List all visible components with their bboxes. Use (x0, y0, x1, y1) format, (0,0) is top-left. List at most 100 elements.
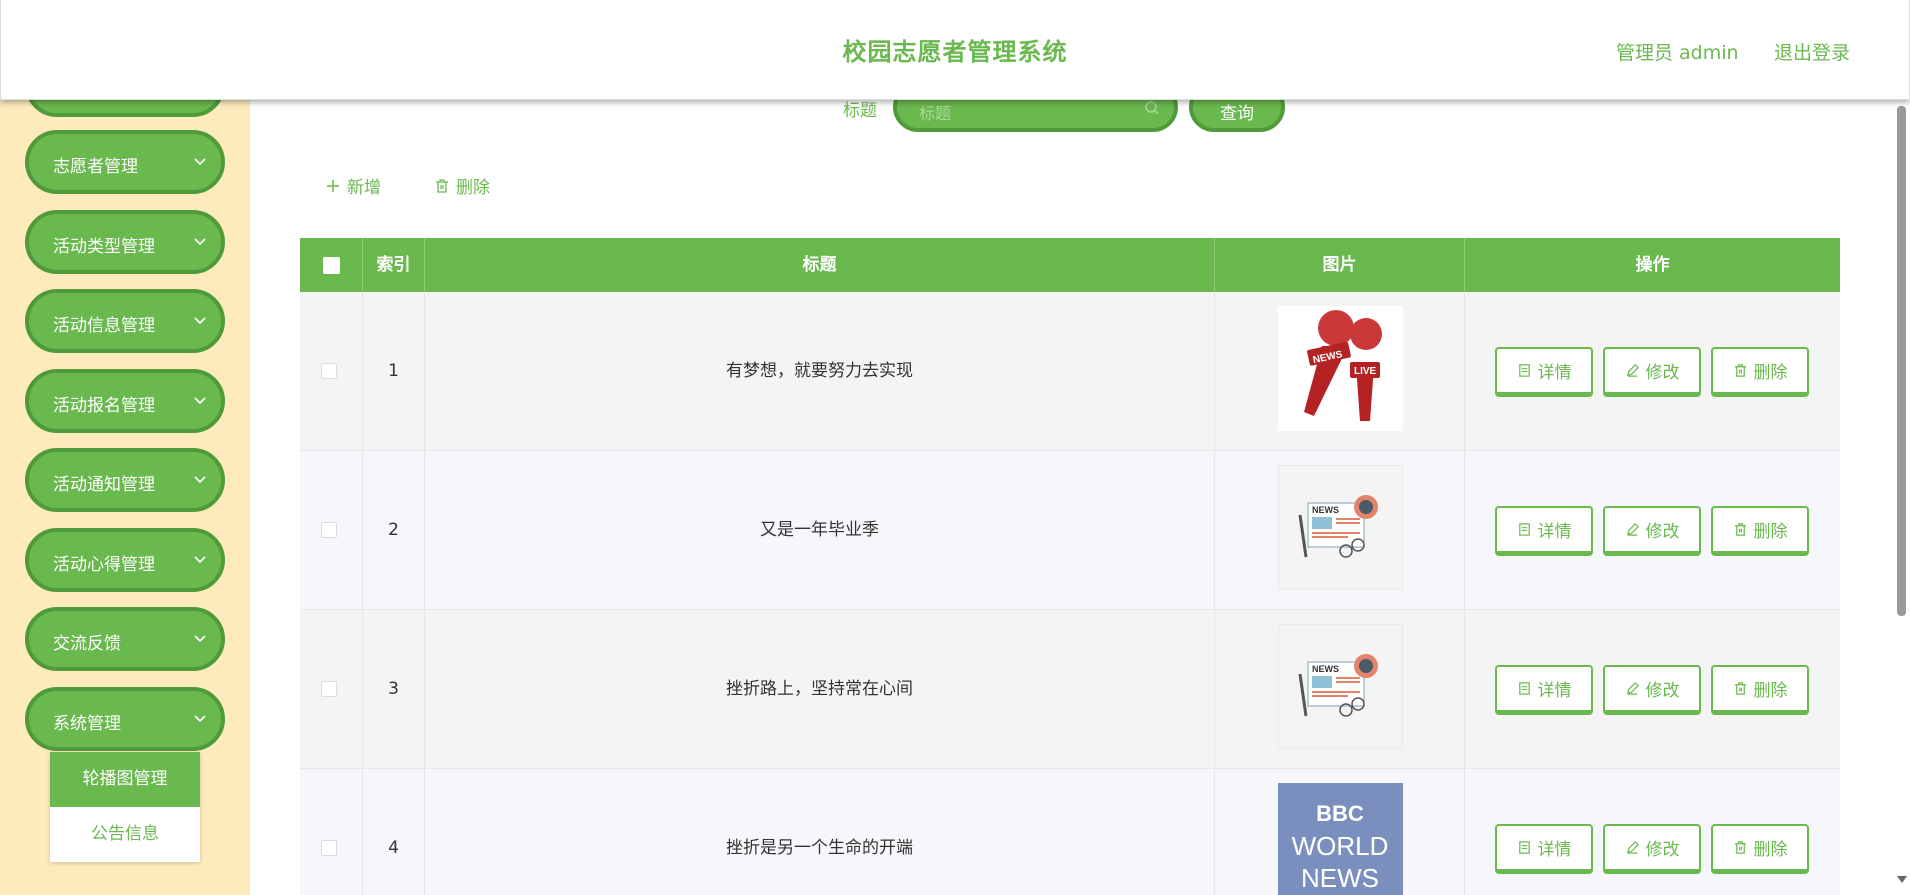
pencil-icon (1626, 523, 1639, 536)
sidebar-item-volunteer[interactable]: 志愿者管理 (25, 130, 225, 194)
header-title: 标题 (425, 238, 1215, 292)
trash-icon (1734, 523, 1746, 536)
image-text-live: LIVE (1354, 366, 1377, 377)
detail-button-label: 详情 (1537, 363, 1572, 383)
row-index: 2 (363, 451, 425, 610)
image-text-world-news: NEWS (1301, 863, 1379, 893)
sidebar-item-label: 活动信息管理 (53, 316, 155, 336)
search-placeholder: 标题 (919, 104, 952, 123)
top-header: 校园志愿者管理系统 管理员 admin 退出登录 (0, 0, 1910, 100)
sidebar-item-label: 系统管理 (53, 714, 121, 734)
chevron-down-icon (194, 715, 206, 723)
row-index: 3 (363, 610, 425, 769)
sidebar-item-system[interactable]: 系统管理 (25, 687, 225, 751)
sidebar-item-label: 活动报名管理 (53, 396, 155, 416)
batch-delete-button[interactable]: 删除 (434, 173, 490, 198)
sidebar-item-label: 活动心得管理 (53, 555, 155, 575)
document-icon (1518, 682, 1530, 695)
header-actions: 操作 (1635, 255, 1670, 275)
document-icon (1518, 841, 1530, 854)
detail-button[interactable]: 详情 (1495, 506, 1593, 556)
delete-button-label: 删除 (456, 178, 490, 198)
plus-icon (327, 179, 339, 192)
detail-button-label: 详情 (1537, 522, 1572, 542)
data-table: 索引 标题 图片 操作 1 有梦想，就要努力去实现 NEWS LIVE 详情 修… (300, 238, 1840, 895)
image-text-bbc: BBC (1316, 801, 1364, 826)
table-row: 2 又是一年毕业季 NEWS 详情 修改 删除 (300, 451, 1840, 610)
table-row: 3 挫折路上，坚持常在心间 NEWS 详情 修改 删除 (300, 610, 1840, 769)
bbc-world-news-image: BBC WORLD NEWS (1278, 783, 1403, 895)
sidebar-item-activity-experience[interactable]: 活动心得管理 (25, 528, 225, 592)
edit-button-label: 修改 (1645, 363, 1680, 383)
image-text-news: NEWS (1312, 664, 1339, 674)
submenu-item-carousel[interactable]: 轮播图管理 (50, 752, 200, 807)
detail-button[interactable]: 详情 (1495, 824, 1593, 874)
row-index: 1 (363, 292, 425, 451)
detail-button[interactable]: 详情 (1495, 347, 1593, 397)
logout-link[interactable]: 退出登录 (1774, 38, 1850, 65)
edit-button[interactable]: 修改 (1603, 347, 1701, 397)
trash-icon (1734, 682, 1746, 695)
edit-button[interactable]: 修改 (1603, 506, 1701, 556)
delete-button[interactable]: 删除 (1711, 824, 1809, 874)
sidebar-item-activity-signup[interactable]: 活动报名管理 (25, 369, 225, 433)
delete-button-label: 删除 (1753, 681, 1788, 701)
add-button-label: 新增 (347, 178, 381, 198)
header-image: 图片 (1215, 238, 1465, 292)
sidebar: 志愿者管理 活动类型管理 活动信息管理 活动报名管理 活动通知管理 活动心得管理… (0, 0, 250, 895)
row-checkbox[interactable] (321, 840, 337, 856)
edit-button-label: 修改 (1645, 840, 1680, 860)
scroll-down-arrow-icon[interactable] (1897, 876, 1907, 883)
delete-button-label: 删除 (1753, 363, 1788, 383)
edit-button[interactable]: 修改 (1603, 824, 1701, 874)
vertical-scrollbar[interactable] (1893, 100, 1910, 895)
sidebar-item-label: 活动通知管理 (53, 475, 155, 495)
select-all-checkbox[interactable] (323, 257, 340, 274)
delete-button[interactable]: 删除 (1711, 665, 1809, 715)
header-index: 索引 (363, 238, 425, 292)
system-submenu: 轮播图管理 公告信息 (50, 752, 200, 862)
pencil-icon (1626, 841, 1639, 854)
chevron-down-icon (194, 158, 206, 166)
trash-icon (436, 178, 448, 193)
row-title: 又是一年毕业季 (425, 451, 1215, 610)
news-microphones-image: NEWS LIVE (1278, 306, 1403, 431)
delete-button-label: 删除 (1753, 840, 1788, 860)
chevron-down-icon (194, 635, 206, 643)
row-checkbox[interactable] (321, 522, 337, 538)
sidebar-item-label: 志愿者管理 (53, 157, 138, 177)
table-row: 4 挫折是另一个生命的开端 BBC WORLD NEWS 详情 修改 删除 (300, 769, 1840, 895)
trash-icon (1734, 364, 1746, 377)
image-text-news: NEWS (1312, 505, 1339, 515)
table-row: 1 有梦想，就要努力去实现 NEWS LIVE 详情 修改 删除 (300, 292, 1840, 451)
table-header: 索引 标题 图片 操作 (300, 238, 1840, 292)
sidebar-item-label: 活动类型管理 (53, 237, 155, 257)
row-title: 挫折路上，坚持常在心间 (425, 610, 1215, 769)
document-icon (1518, 364, 1530, 377)
sidebar-item-activity-info[interactable]: 活动信息管理 (25, 289, 225, 353)
sidebar-item-activity-type[interactable]: 活动类型管理 (25, 210, 225, 274)
row-index: 4 (363, 769, 425, 895)
header-select-cell (300, 238, 363, 292)
document-icon (1518, 523, 1530, 536)
newspaper-image: NEWS (1278, 624, 1403, 749)
scrollbar-thumb[interactable] (1897, 106, 1906, 616)
sidebar-item-feedback[interactable]: 交流反馈 (25, 607, 225, 671)
submenu-item-announcement[interactable]: 公告信息 (50, 807, 200, 862)
chevron-down-icon (194, 556, 206, 564)
row-checkbox[interactable] (321, 363, 337, 379)
detail-button[interactable]: 详情 (1495, 665, 1593, 715)
detail-button-label: 详情 (1537, 681, 1572, 701)
delete-button[interactable]: 删除 (1711, 347, 1809, 397)
pencil-icon (1626, 364, 1639, 377)
edit-button-label: 修改 (1645, 681, 1680, 701)
newspaper-image: NEWS (1278, 465, 1403, 590)
edit-button[interactable]: 修改 (1603, 665, 1701, 715)
add-button[interactable]: 新增 (325, 173, 381, 198)
row-checkbox[interactable] (321, 681, 337, 697)
pencil-icon (1626, 682, 1639, 695)
delete-button[interactable]: 删除 (1711, 506, 1809, 556)
current-user: 管理员 admin (1616, 42, 1739, 64)
sidebar-item-activity-notice[interactable]: 活动通知管理 (25, 448, 225, 512)
sidebar-item-label: 交流反馈 (53, 634, 121, 654)
